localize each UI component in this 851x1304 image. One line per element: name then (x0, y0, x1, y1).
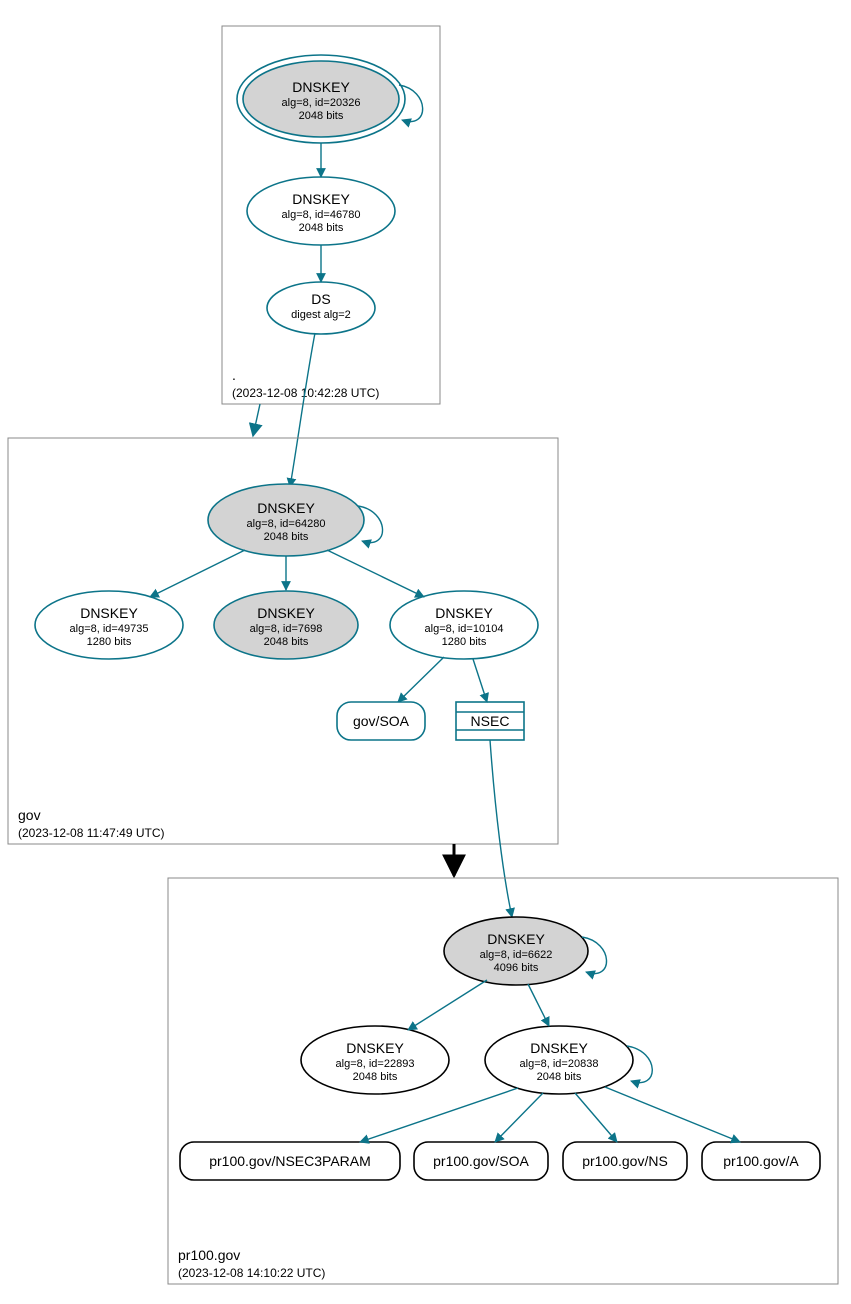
svg-text:DNSKEY: DNSKEY (487, 931, 545, 947)
zone-gov: gov (2023-12-08 11:47:49 UTC) DNSKEY alg… (8, 438, 558, 844)
svg-text:DNSKEY: DNSKEY (292, 191, 350, 207)
edge-rootzone-govzone (253, 404, 260, 436)
svg-text:4096 bits: 4096 bits (494, 962, 539, 974)
node-root-zsk: DNSKEY alg=8, id=46780 2048 bits (247, 177, 395, 245)
svg-text:pr100.gov/SOA: pr100.gov/SOA (433, 1153, 529, 1169)
svg-text:pr100.gov/NS: pr100.gov/NS (582, 1153, 668, 1169)
dnssec-diagram: . (2023-12-08 10:42:28 UTC) DNSKEY alg=8… (0, 0, 851, 1304)
zone-root: . (2023-12-08 10:42:28 UTC) DNSKEY alg=8… (222, 26, 440, 404)
svg-text:alg=8, id=49735: alg=8, id=49735 (70, 623, 149, 635)
rrset-pr-a: pr100.gov/A (702, 1142, 820, 1180)
svg-text:alg=8, id=20326: alg=8, id=20326 (282, 97, 361, 109)
node-pr-ksk: DNSKEY alg=8, id=6622 4096 bits (444, 917, 588, 985)
svg-text:alg=8, id=20838: alg=8, id=20838 (520, 1058, 599, 1070)
svg-text:alg=8, id=7698: alg=8, id=7698 (250, 623, 323, 635)
svg-text:alg=8, id=46780: alg=8, id=46780 (282, 209, 361, 221)
zone-pr-time: (2023-12-08 14:10:22 UTC) (178, 1266, 325, 1280)
svg-text:DNSKEY: DNSKEY (435, 605, 493, 621)
node-gov-k2: DNSKEY alg=8, id=7698 2048 bits (214, 591, 358, 659)
edge-ds-govksk (290, 333, 315, 487)
edge-nsec-prksk (490, 740, 512, 917)
svg-text:DNSKEY: DNSKEY (292, 79, 350, 95)
svg-text:DNSKEY: DNSKEY (257, 500, 315, 516)
svg-text:DNSKEY: DNSKEY (530, 1040, 588, 1056)
rrset-gov-soa: gov/SOA (337, 702, 425, 740)
svg-text:alg=8, id=64280: alg=8, id=64280 (247, 518, 326, 530)
svg-text:2048 bits: 2048 bits (299, 110, 344, 122)
svg-text:DS: DS (311, 291, 330, 307)
node-gov-k3: DNSKEY alg=8, id=10104 1280 bits (390, 591, 538, 659)
node-pr-k1: DNSKEY alg=8, id=22893 2048 bits (301, 1026, 449, 1094)
svg-text:DNSKEY: DNSKEY (346, 1040, 404, 1056)
svg-text:DNSKEY: DNSKEY (257, 605, 315, 621)
svg-text:2048 bits: 2048 bits (264, 636, 309, 648)
svg-text:1280 bits: 1280 bits (442, 636, 487, 648)
rrset-pr-ns: pr100.gov/NS (563, 1142, 687, 1180)
svg-text:alg=8, id=10104: alg=8, id=10104 (425, 623, 504, 635)
svg-text:alg=8, id=22893: alg=8, id=22893 (336, 1058, 415, 1070)
zone-pr100: pr100.gov (2023-12-08 14:10:22 UTC) DNSK… (168, 878, 838, 1284)
svg-text:DNSKEY: DNSKEY (80, 605, 138, 621)
svg-text:2048 bits: 2048 bits (537, 1071, 582, 1083)
rrset-gov-nsec: NSEC (456, 702, 524, 740)
svg-text:pr100.gov/NSEC3PARAM: pr100.gov/NSEC3PARAM (209, 1153, 371, 1169)
node-root-ds: DS digest alg=2 (267, 282, 375, 334)
svg-text:NSEC: NSEC (471, 713, 510, 729)
svg-text:alg=8, id=6622: alg=8, id=6622 (480, 949, 553, 961)
svg-text:1280 bits: 1280 bits (87, 636, 132, 648)
svg-text:pr100.gov/A: pr100.gov/A (723, 1153, 799, 1169)
svg-text:2048 bits: 2048 bits (353, 1071, 398, 1083)
zone-root-name: . (232, 367, 236, 383)
zone-pr-name: pr100.gov (178, 1247, 240, 1263)
svg-text:2048 bits: 2048 bits (264, 531, 309, 543)
rrset-pr-soa: pr100.gov/SOA (414, 1142, 548, 1180)
zone-gov-time: (2023-12-08 11:47:49 UTC) (18, 826, 165, 840)
node-pr-k2: DNSKEY alg=8, id=20838 2048 bits (485, 1026, 633, 1094)
node-gov-k1: DNSKEY alg=8, id=49735 1280 bits (35, 591, 183, 659)
svg-text:digest alg=2: digest alg=2 (291, 309, 351, 321)
svg-text:gov/SOA: gov/SOA (353, 713, 410, 729)
svg-text:2048 bits: 2048 bits (299, 222, 344, 234)
zone-gov-name: gov (18, 807, 41, 823)
rrset-pr-nsec3param: pr100.gov/NSEC3PARAM (180, 1142, 400, 1180)
node-root-ksk: DNSKEY alg=8, id=20326 2048 bits (237, 55, 405, 143)
node-gov-ksk: DNSKEY alg=8, id=64280 2048 bits (208, 484, 364, 556)
